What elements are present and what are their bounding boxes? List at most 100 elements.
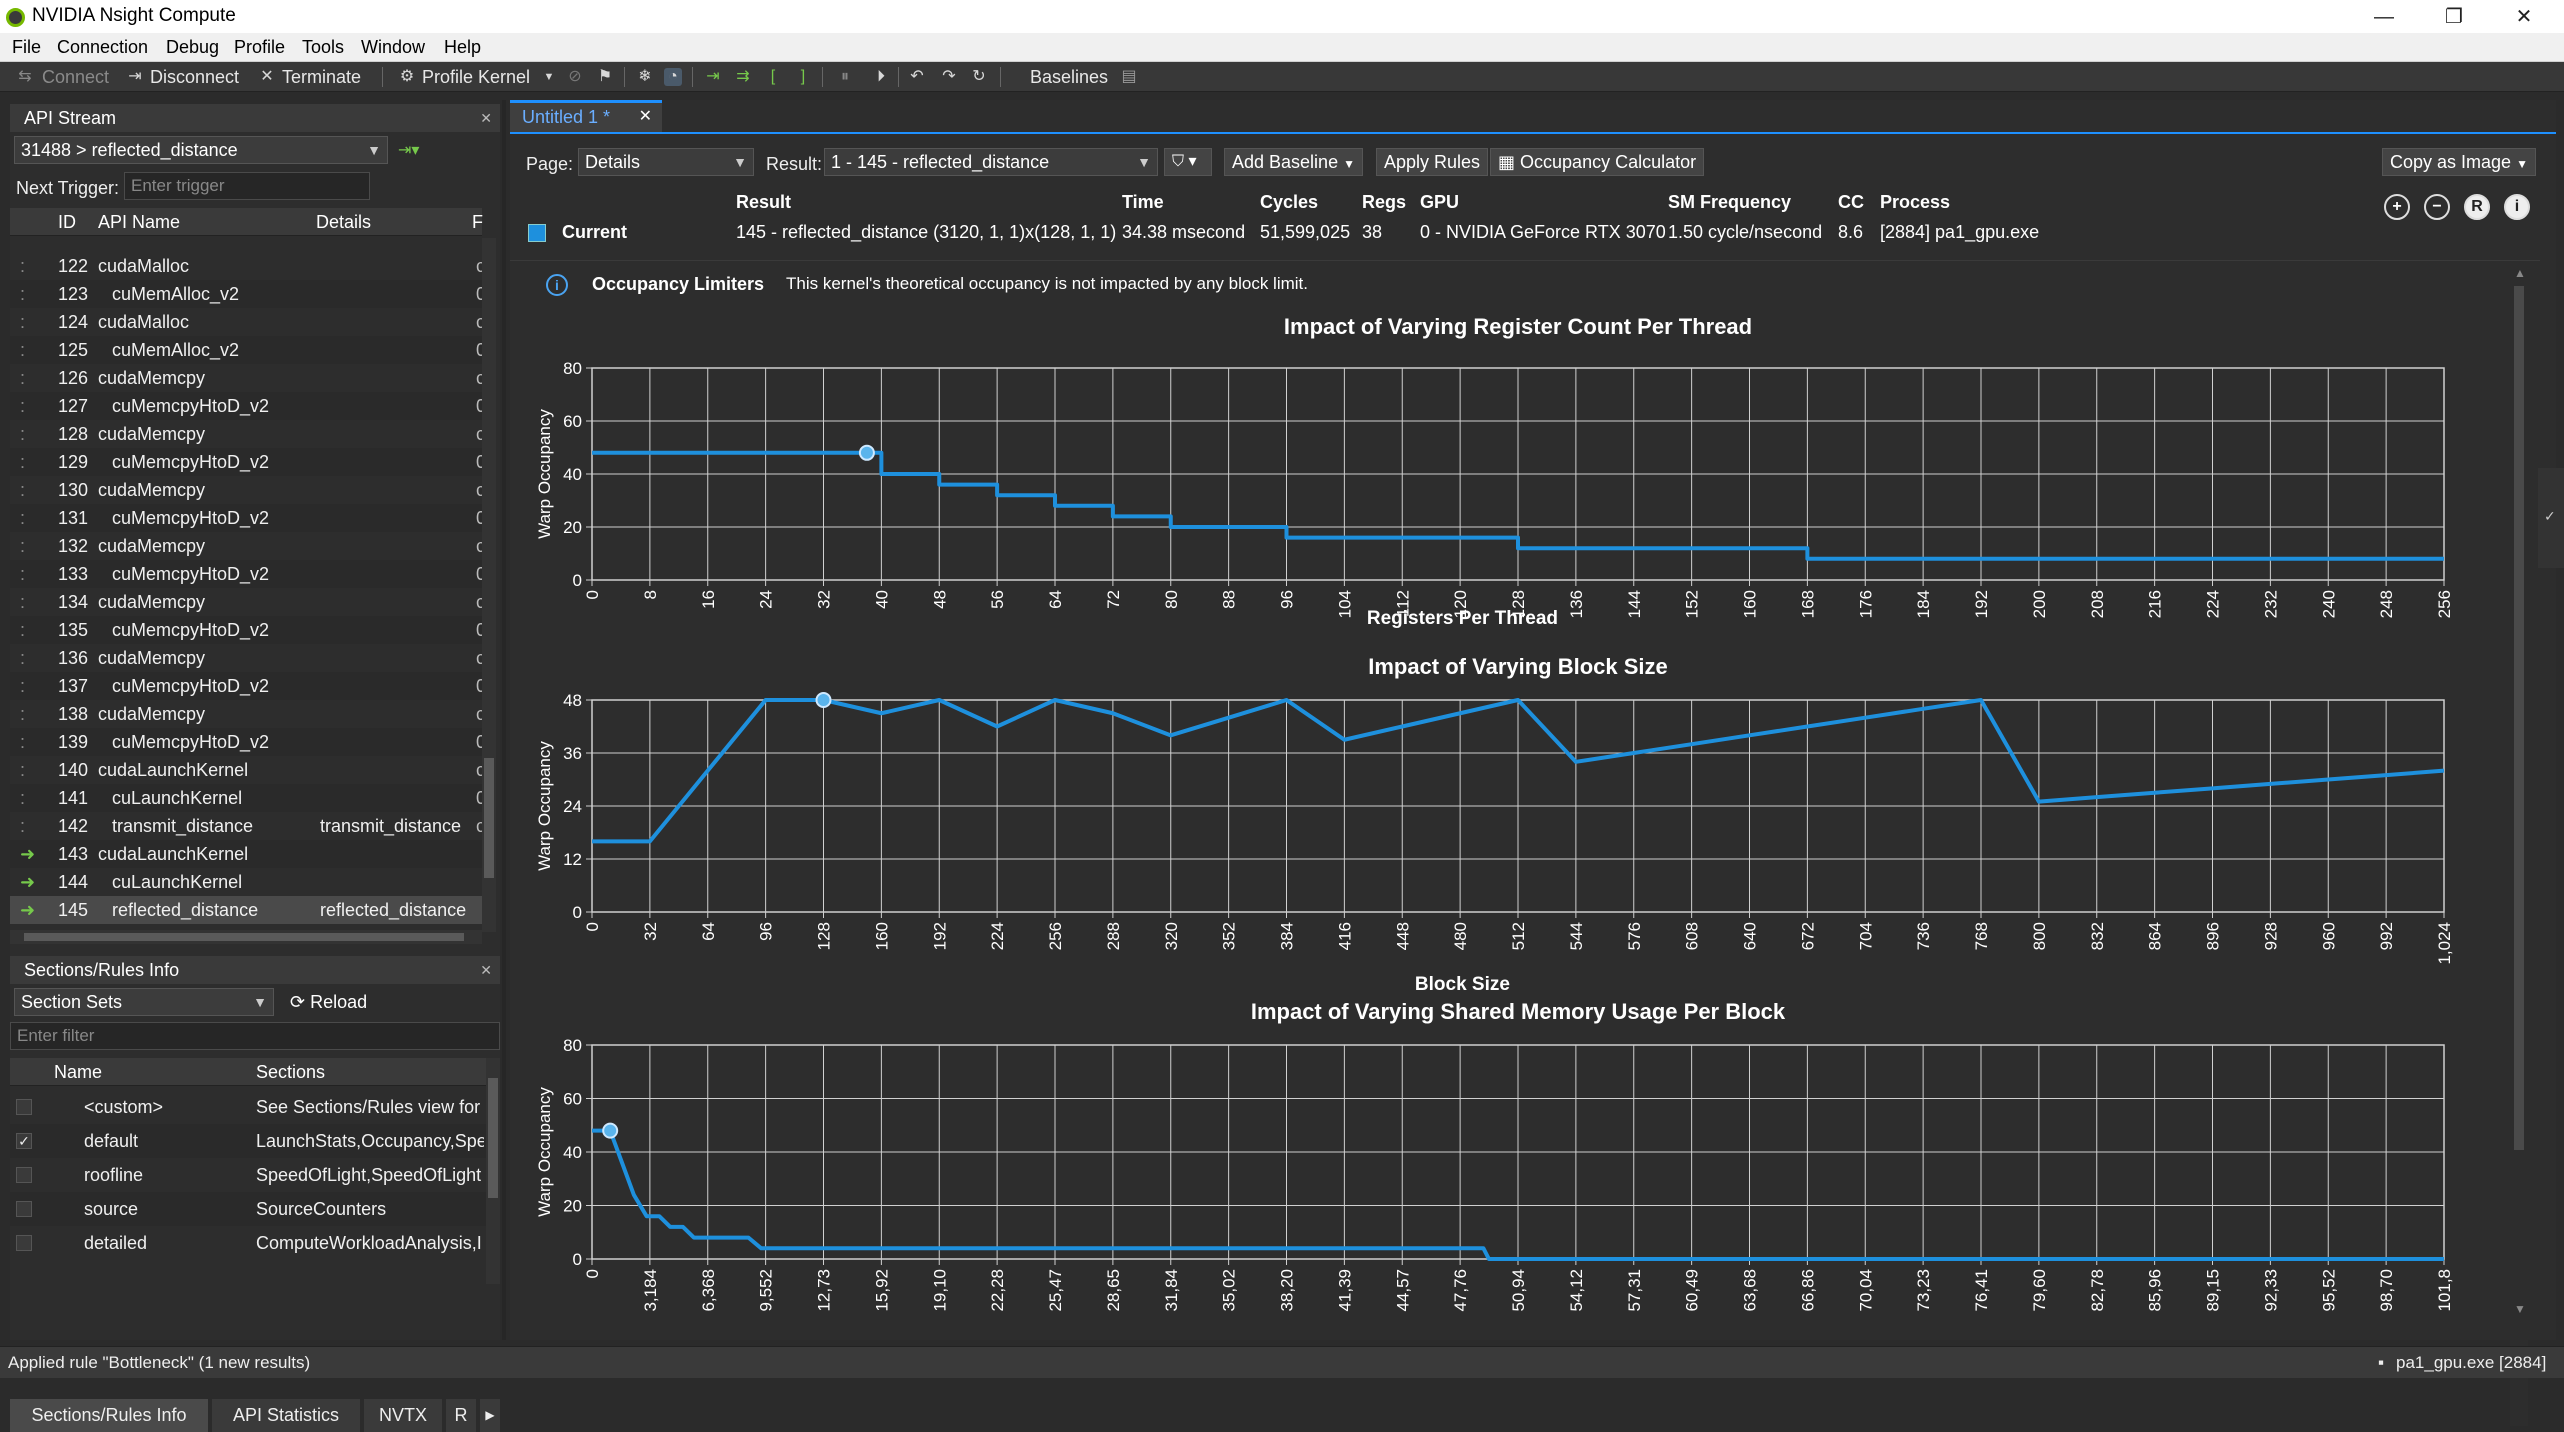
pause-icon[interactable]: ⏸ xyxy=(836,68,854,86)
col-id[interactable]: ID xyxy=(58,208,76,236)
api-row[interactable]: :140 cudaLaunchKernel c xyxy=(10,756,485,784)
section-checkbox[interactable] xyxy=(16,1099,32,1115)
step-frame-icon[interactable]: ] xyxy=(794,68,812,86)
api-row[interactable]: :138 cudaMemcpy c xyxy=(10,700,485,728)
section-checkbox[interactable] xyxy=(16,1201,32,1217)
go-to-icon[interactable]: ⇥▾ xyxy=(398,140,419,160)
section-checkbox[interactable] xyxy=(16,1235,32,1251)
section-row[interactable]: detailed ComputeWorkloadAnalysis,I xyxy=(10,1226,486,1260)
add-baseline-button[interactable]: Add Baseline ▼ xyxy=(1224,148,1363,176)
baselines-button[interactable]: Baselines xyxy=(1030,67,1108,88)
api-row[interactable]: :128 cudaMemcpy c xyxy=(10,420,485,448)
expand-all-icon[interactable]: + xyxy=(2384,194,2410,220)
api-row[interactable]: :134 cudaMemcpy c xyxy=(10,588,485,616)
baselines-icon[interactable]: ▤ xyxy=(1120,68,1138,86)
col-sections[interactable]: Sections xyxy=(256,1058,325,1086)
menu-help[interactable]: Help xyxy=(444,37,481,58)
api-row[interactable]: :135 cuMemcpyHtoD_v2 0 xyxy=(10,616,486,644)
stream-selector[interactable]: 31488 > reflected_distance ▼ xyxy=(14,136,388,164)
api-row[interactable]: :136 cudaMemcpy c xyxy=(10,644,485,672)
tab-nvtx[interactable]: NVTX xyxy=(364,1399,442,1432)
api-row[interactable]: :125 cuMemAlloc_v2 0 xyxy=(10,336,486,364)
step-kernel-icon[interactable]: ⇉ xyxy=(734,68,752,86)
api-row[interactable]: :129 cuMemcpyHtoD_v2 0 xyxy=(10,448,486,476)
info-icon[interactable]: i xyxy=(2504,194,2530,220)
side-panel-handle[interactable]: ✓ xyxy=(2538,468,2564,568)
tab-untitled-1[interactable]: Untitled 1 * ✕ xyxy=(510,100,662,132)
step-range-icon[interactable]: [ xyxy=(764,68,782,86)
section-row[interactable]: source SourceCounters xyxy=(10,1192,486,1226)
tab-r[interactable]: R xyxy=(446,1399,476,1432)
close-button[interactable]: ✕ xyxy=(2494,2,2554,32)
menu-connection[interactable]: Connection xyxy=(57,37,148,58)
tab-api-statistics[interactable]: API Statistics xyxy=(212,1399,360,1432)
api-row[interactable]: ➜ 144 cuLaunchKernel xyxy=(10,868,482,896)
result-dropdown[interactable]: 1 - 145 - reflected_distance ▼ xyxy=(824,148,1158,176)
col-details[interactable]: Details xyxy=(316,208,371,236)
undo-icon[interactable]: ↶ xyxy=(908,68,926,86)
api-row[interactable]: :122 cudaMalloc c xyxy=(10,252,485,280)
api-row[interactable]: :126 cudaMemcpy c xyxy=(10,364,485,392)
api-row[interactable]: :137 cuMemcpyHtoD_v2 0 xyxy=(10,672,486,700)
rules-icon[interactable]: R xyxy=(2464,194,2490,220)
section-row[interactable]: ✓ default LaunchStats,Occupancy,Spe xyxy=(10,1124,486,1158)
col-f[interactable]: F xyxy=(472,208,483,236)
api-row[interactable]: :142 transmit_distance transmit_distance c xyxy=(10,812,485,840)
connect-button[interactable]: Connect xyxy=(42,67,109,88)
api-row[interactable]: ➜ 143 cudaLaunchKernel xyxy=(10,840,482,868)
page-dropdown[interactable]: Details ▼ xyxy=(578,148,754,176)
filter-button[interactable]: ⛉ ▾ xyxy=(1164,148,1212,176)
menu-profile[interactable]: Profile xyxy=(234,37,285,58)
copy-as-image-button[interactable]: Copy as Image ▼ xyxy=(2382,148,2536,176)
api-row[interactable]: ➜ 145 reflected_distance reflected_distance xyxy=(10,896,482,924)
next-trigger-input[interactable]: Enter trigger xyxy=(124,172,370,200)
close-icon[interactable]: ✕ xyxy=(639,103,652,131)
resume-icon[interactable]: ⏵ xyxy=(872,68,890,86)
profile-batch-icon[interactable]: ⚑ xyxy=(596,68,614,86)
splitter[interactable] xyxy=(502,100,506,1340)
freeze-icon[interactable]: ❄ xyxy=(636,68,654,86)
api-row[interactable]: :141 cuLaunchKernel 0 xyxy=(10,784,486,812)
refresh-icon[interactable]: ↻ xyxy=(970,68,988,86)
menu-debug[interactable]: Debug xyxy=(166,37,219,58)
api-row[interactable]: :139 cuMemcpyHtoD_v2 0 xyxy=(10,728,486,756)
menu-file[interactable]: File xyxy=(12,37,41,58)
maximize-button[interactable]: ❐ xyxy=(2424,2,2484,32)
minimize-button[interactable]: — xyxy=(2354,2,2414,32)
api-hscrollbar[interactable] xyxy=(10,930,482,944)
occupancy-calculator-button[interactable]: ▦ Occupancy Calculator xyxy=(1490,148,1705,176)
api-row[interactable]: :132 cudaMemcpy c xyxy=(10,532,485,560)
tab-sections-rules[interactable]: Sections/Rules Info xyxy=(10,1399,208,1432)
scroll-up-icon[interactable]: ▲ xyxy=(2514,266,2526,280)
api-row[interactable]: :131 cuMemcpyHtoD_v2 0 xyxy=(10,504,486,532)
section-row[interactable]: roofline SpeedOfLight,SpeedOfLight xyxy=(10,1158,486,1192)
col-api-name[interactable]: API Name xyxy=(98,208,180,236)
menu-tools[interactable]: Tools xyxy=(302,37,344,58)
disconnect-button[interactable]: Disconnect xyxy=(150,67,239,88)
api-row[interactable]: :124 cudaMalloc c xyxy=(10,308,485,336)
api-row[interactable]: :127 cuMemcpyHtoD_v2 0 xyxy=(10,392,486,420)
filter-input[interactable]: Enter filter xyxy=(10,1022,500,1050)
api-scrollbar[interactable] xyxy=(482,238,496,932)
sections-scrollbar[interactable] xyxy=(486,1058,500,1284)
api-row[interactable]: :130 cudaMemcpy c xyxy=(10,476,485,504)
terminate-button[interactable]: Terminate xyxy=(282,67,361,88)
tab-scroll-right-icon[interactable]: ▶ xyxy=(480,1399,500,1432)
profile-kernel-button[interactable]: Profile Kernel xyxy=(422,67,530,88)
auto-profile-icon[interactable]: ◔ xyxy=(664,68,682,86)
redo-icon[interactable]: ↷ xyxy=(940,68,958,86)
api-row[interactable]: :133 cuMemcpyHtoD_v2 0 xyxy=(10,560,486,588)
reload-button[interactable]: ⟳ Reload xyxy=(290,992,367,1013)
close-icon[interactable]: ✕ xyxy=(480,956,492,984)
section-checkbox[interactable] xyxy=(16,1167,32,1183)
section-row[interactable]: <custom> See Sections/Rules view for xyxy=(10,1090,486,1124)
menu-window[interactable]: Window xyxy=(361,37,425,58)
collapse-all-icon[interactable]: − xyxy=(2424,194,2450,220)
apply-rules-button[interactable]: Apply Rules xyxy=(1376,148,1489,176)
section-checkbox[interactable]: ✓ xyxy=(16,1133,32,1149)
col-name[interactable]: Name xyxy=(54,1058,102,1086)
cancel-icon[interactable]: ⊘ xyxy=(566,68,584,86)
profile-dropdown-icon[interactable]: ▼ xyxy=(540,68,558,86)
api-row[interactable]: :123 cuMemAlloc_v2 0 xyxy=(10,280,486,308)
step-api-icon[interactable]: ⇥ xyxy=(704,68,722,86)
